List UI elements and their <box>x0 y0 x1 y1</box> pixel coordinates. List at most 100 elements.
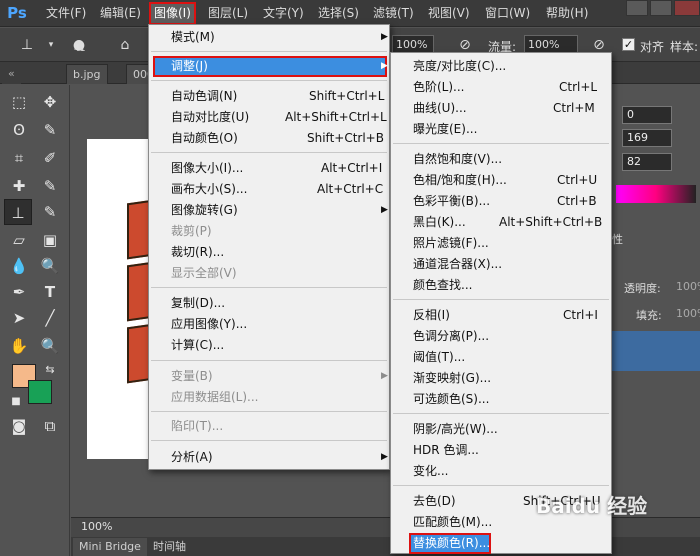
photoshop-logo: Ps <box>7 4 27 22</box>
swap-colors-icon[interactable]: ⇆ <box>36 357 64 383</box>
menu-select[interactable]: 选择(S) <box>314 3 363 24</box>
clone-stamp-tool-icon[interactable]: ⊥ <box>16 34 38 56</box>
menu-edit[interactable]: 编辑(E) <box>96 3 145 24</box>
hand-tool-icon[interactable]: ✋ <box>5 333 33 359</box>
panel-collapse-icon[interactable]: « <box>2 64 21 84</box>
menu-layer[interactable]: 图层(L) <box>204 3 252 24</box>
lasso-tool-icon[interactable]: ʘ <box>5 117 33 143</box>
panel-tab-label[interactable]: 性 <box>612 231 623 247</box>
brush-size-label: 41 <box>74 44 86 54</box>
fill-value[interactable]: 100% <box>676 307 700 320</box>
quick-mask-icon[interactable]: ◙ <box>5 413 33 439</box>
tool-preset-dropdown-icon[interactable]: ▾ <box>40 34 62 56</box>
image-menu-dropdown: 模式(M) ▶ 调整(J) ▶ 自动色调(N) Shift+Ctrl+L 自动对… <box>148 24 390 470</box>
mini-bridge-tab[interactable]: Mini Bridge <box>73 538 147 556</box>
menu-item-color-balance[interactable]: 色彩平衡(B)... Ctrl+B <box>391 191 611 212</box>
clone-source-icon[interactable]: ⌂ <box>114 34 136 56</box>
background-color-swatch[interactable] <box>28 380 52 404</box>
menu-item-selective-color[interactable]: 可选颜色(S)... <box>391 389 611 410</box>
menu-item-canvas-size[interactable]: 画布大小(S)... Alt+Ctrl+C <box>149 179 389 200</box>
marquee-tool-icon[interactable]: ⬚ <box>5 89 33 115</box>
color-g-field[interactable]: 169 <box>622 129 672 147</box>
menu-item-shadows-highlights[interactable]: 阴影/高光(W)... <box>391 419 611 440</box>
menu-type[interactable]: 文字(Y) <box>259 3 308 24</box>
menu-image[interactable]: 图像(I) <box>149 2 196 25</box>
menu-item-image-size[interactable]: 图像大小(I)... Alt+Ctrl+I <box>149 158 389 179</box>
default-colors-icon[interactable]: ■ <box>2 389 30 415</box>
menu-item-apply-image[interactable]: 应用图像(Y)... <box>149 314 389 335</box>
menu-item-crop[interactable]: 裁剪(P) <box>149 221 389 242</box>
quick-selection-tool-icon[interactable]: ✎ <box>36 117 64 143</box>
zoom-tool-icon[interactable]: 🔍 <box>36 333 64 359</box>
dodge-tool-icon[interactable]: 🔍 <box>36 253 64 279</box>
healing-brush-tool-icon[interactable]: ✚ <box>5 173 33 199</box>
eraser-tool-icon[interactable]: ▱ <box>5 227 33 253</box>
menu-item-channel-mixer[interactable]: 通道混合器(X)... <box>391 254 611 275</box>
menu-window[interactable]: 窗口(W) <box>481 3 534 24</box>
zoom-level[interactable]: 100% <box>81 520 112 533</box>
type-tool-icon[interactable]: T <box>36 279 64 305</box>
menu-view[interactable]: 视图(V) <box>424 3 474 24</box>
menu-item-photo-filter[interactable]: 照片滤镜(F)... <box>391 233 611 254</box>
menu-help[interactable]: 帮助(H) <box>542 3 592 24</box>
menu-item-hue-saturation[interactable]: 色相/饱和度(H)... Ctrl+U <box>391 170 611 191</box>
line-tool-icon[interactable]: ╱ <box>36 305 64 331</box>
menu-item-vibrance[interactable]: 自然饱和度(V)... <box>391 149 611 170</box>
menu-item-posterize[interactable]: 色调分离(P)... <box>391 326 611 347</box>
menu-item-exposure[interactable]: 曝光度(E)... <box>391 119 611 140</box>
tab-document-1[interactable]: b.jpg <box>66 64 108 84</box>
menu-item-apply-data-set[interactable]: 应用数据组(L)... <box>149 387 389 408</box>
menu-item-invert[interactable]: 反相(I) Ctrl+I <box>391 305 611 326</box>
gradient-tool-icon[interactable]: ▣ <box>36 227 64 253</box>
menu-item-gradient-map[interactable]: 渐变映射(G)... <box>391 368 611 389</box>
close-button[interactable] <box>674 0 700 16</box>
menu-item-black-white[interactable]: 黑白(K)... Alt+Shift+Ctrl+B <box>391 212 611 233</box>
layer-row[interactable] <box>612 331 700 371</box>
brush-tool-icon[interactable]: ✎ <box>36 173 64 199</box>
layer-opacity-label: 透明度: <box>624 282 661 295</box>
blur-tool-icon[interactable]: 💧 <box>5 253 33 279</box>
menu-item-curves[interactable]: 曲线(U)... Ctrl+M <box>391 98 611 119</box>
menu-item-adjustments[interactable]: 调整(J) ▶ <box>153 56 388 77</box>
menu-item-auto-contrast[interactable]: 自动对比度(U) Alt+Shift+Ctrl+L <box>149 107 389 128</box>
screen-mode-icon[interactable]: ⧉ <box>36 413 64 439</box>
menu-item-auto-color[interactable]: 自动颜色(O) Shift+Ctrl+B <box>149 128 389 149</box>
layer-opacity-value[interactable]: 100% <box>676 280 700 293</box>
path-selection-tool-icon[interactable]: ➤ <box>5 305 33 331</box>
menu-item-calculations[interactable]: 计算(C)... <box>149 335 389 356</box>
menu-item-analysis[interactable]: 分析(A) ▶ <box>149 447 389 468</box>
menu-bar: Ps 文件(F) 编辑(E) 图像(I) 图层(L) 文字(Y) 选择(S) 滤… <box>0 0 700 27</box>
submenu-arrow-icon: ▶ <box>381 32 388 42</box>
menu-item-trim[interactable]: 裁切(R)... <box>149 242 389 263</box>
menu-item-duplicate[interactable]: 复制(D)... <box>149 293 389 314</box>
menu-item-reveal-all[interactable]: 显示全部(V) <box>149 263 389 284</box>
minimize-button[interactable] <box>626 0 648 16</box>
menu-item-replace-color[interactable]: 替换颜色(R)... <box>409 533 491 554</box>
menu-item-color-lookup[interactable]: 颜色查找... <box>391 275 611 296</box>
menu-item-hdr-toning[interactable]: HDR 色调... <box>391 440 611 461</box>
color-b-field[interactable]: 82 <box>622 153 672 171</box>
crop-tool-icon[interactable]: ⌗ <box>5 145 33 171</box>
menu-item-brightness-contrast[interactable]: 亮度/对比度(C)... <box>391 56 611 77</box>
aligned-checkbox[interactable]: ✓ <box>622 38 635 51</box>
move-tool-icon[interactable]: ✥ <box>36 89 64 115</box>
menu-file[interactable]: 文件(F) <box>42 3 90 24</box>
menu-item-trap[interactable]: 陷印(T)... <box>149 416 389 437</box>
color-r-field[interactable]: 0 <box>622 106 672 124</box>
eyedropper-tool-icon[interactable]: ✐ <box>36 145 64 171</box>
menu-item-variables[interactable]: 变量(B) ▶ <box>149 366 389 387</box>
clone-stamp-tool-icon[interactable]: ⊥ <box>4 199 32 225</box>
timeline-tab[interactable]: 时间轴 <box>147 538 192 556</box>
menu-item-levels[interactable]: 色阶(L)... Ctrl+L <box>391 77 611 98</box>
history-brush-tool-icon[interactable]: ✎ <box>36 199 64 225</box>
menu-item-variations[interactable]: 变化... <box>391 461 611 482</box>
maximize-button[interactable] <box>650 0 672 16</box>
menu-item-threshold[interactable]: 阈值(T)... <box>391 347 611 368</box>
menu-filter[interactable]: 滤镜(T) <box>369 3 418 24</box>
menu-item-mode[interactable]: 模式(M) ▶ <box>149 27 389 48</box>
color-ramp[interactable] <box>616 185 696 203</box>
pen-tool-icon[interactable]: ✒ <box>5 279 33 305</box>
menu-item-auto-tone[interactable]: 自动色调(N) Shift+Ctrl+L <box>149 86 389 107</box>
aligned-label: 对齐 <box>640 40 665 54</box>
menu-item-image-rotation[interactable]: 图像旋转(G) ▶ <box>149 200 389 221</box>
